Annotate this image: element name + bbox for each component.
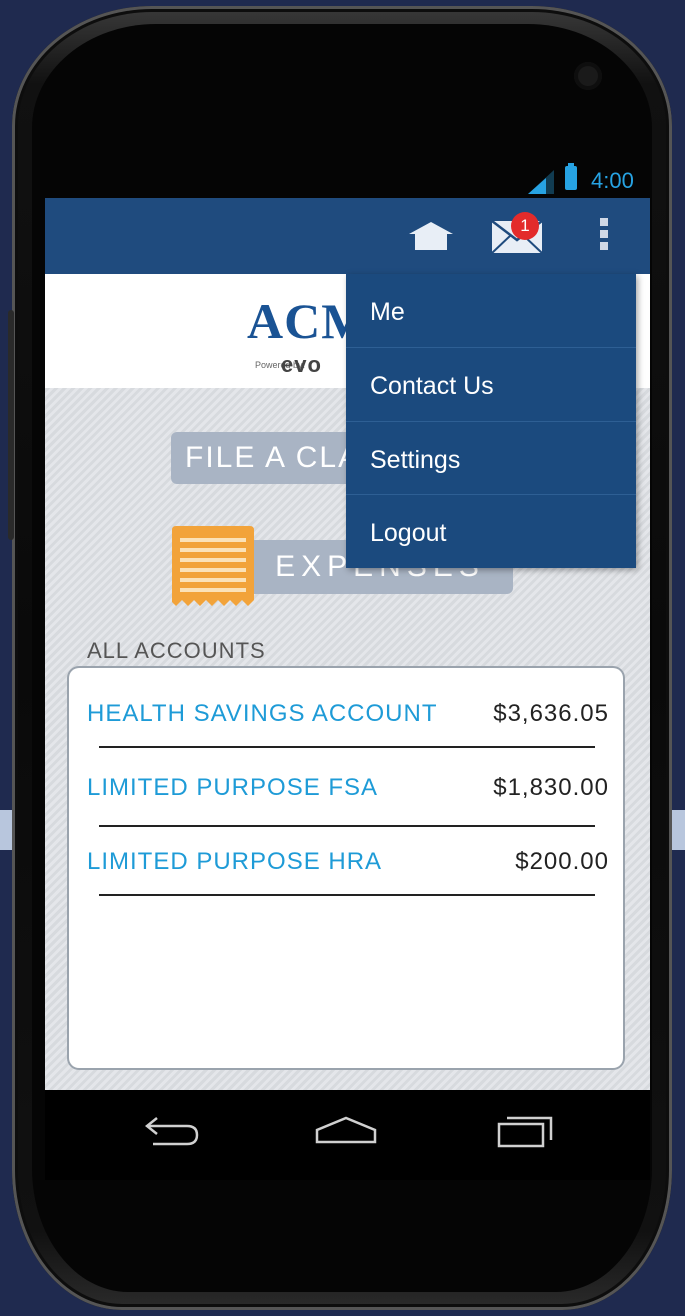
menu-item-label: Me bbox=[370, 298, 405, 326]
account-balance: $1,830.00 bbox=[493, 774, 609, 801]
home-icon[interactable] bbox=[407, 220, 455, 252]
status-bar: 4:00 bbox=[45, 163, 650, 198]
app-screen: 1 ACM Powered by: evo FILE A CLA EXPENSE… bbox=[45, 198, 650, 1090]
overflow-menu-icon[interactable] bbox=[598, 218, 610, 254]
navigation-bar bbox=[45, 1090, 650, 1180]
account-name[interactable]: LIMITED PURPOSE HRA bbox=[87, 848, 382, 876]
menu-item-contact-us[interactable]: Contact Us bbox=[346, 348, 636, 420]
receipt-icon[interactable] bbox=[170, 524, 256, 610]
all-accounts-heading: ALL ACCOUNTS bbox=[87, 638, 266, 663]
battery-icon bbox=[565, 163, 577, 190]
account-balance: $200.00 bbox=[515, 848, 609, 875]
menu-item-logout[interactable]: Logout bbox=[346, 495, 636, 567]
menu-item-label: Settings bbox=[370, 446, 461, 474]
overflow-dropdown-menu: Me Contact Us Settings Logout bbox=[346, 274, 636, 568]
account-divider bbox=[99, 825, 595, 827]
recent-apps-icon[interactable] bbox=[495, 1114, 555, 1148]
menu-item-me[interactable]: Me bbox=[346, 274, 636, 346]
signal-icon bbox=[528, 170, 554, 194]
menu-item-label: Contact Us bbox=[370, 372, 494, 400]
evo-logo: evo bbox=[281, 352, 322, 377]
front-camera bbox=[574, 62, 602, 90]
account-name[interactable]: HEALTH SAVINGS ACCOUNT bbox=[87, 700, 438, 728]
account-row-fsa[interactable]: LIMITED PURPOSE FSA $1,830.00 bbox=[87, 774, 609, 814]
mail-badge: 1 bbox=[511, 212, 539, 240]
account-balance: $3,636.05 bbox=[493, 700, 609, 727]
account-row-hra[interactable]: LIMITED PURPOSE HRA $200.00 bbox=[87, 848, 609, 888]
accounts-card: HEALTH SAVINGS ACCOUNT $3,636.05 LIMITED… bbox=[69, 668, 623, 1068]
home-nav-icon[interactable] bbox=[315, 1116, 377, 1144]
back-icon[interactable] bbox=[143, 1114, 201, 1148]
account-divider bbox=[99, 746, 595, 748]
action-bar: 1 bbox=[45, 198, 650, 274]
menu-item-settings[interactable]: Settings bbox=[346, 422, 636, 494]
account-name[interactable]: LIMITED PURPOSE FSA bbox=[87, 774, 378, 802]
account-divider bbox=[99, 894, 595, 896]
status-time: 4:00 bbox=[591, 168, 634, 193]
account-row-hsa[interactable]: HEALTH SAVINGS ACCOUNT $3,636.05 bbox=[87, 700, 609, 740]
menu-item-label: Logout bbox=[370, 519, 447, 547]
side-button bbox=[8, 310, 14, 540]
